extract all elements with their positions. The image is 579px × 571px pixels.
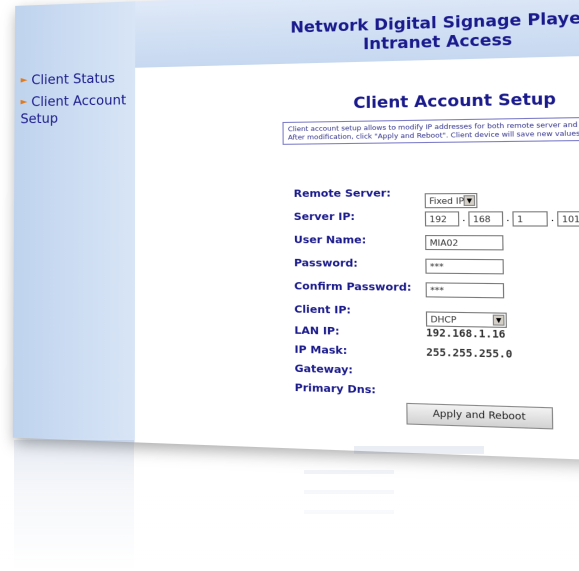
ip-mask-value: 255.255.255.0 <box>426 347 512 361</box>
remote-server-select[interactable]: Fixed IP ▼ <box>425 193 478 208</box>
sidebar-item-client-status[interactable]: ► Client Status <box>21 70 134 90</box>
main-content: Client Account Setup Client account setu… <box>135 55 579 461</box>
user-name-label: User Name: <box>294 235 366 247</box>
server-ip-octet-4[interactable]: 101 <box>557 211 579 226</box>
lan-ip-value: 192.168.1.16 <box>426 328 505 341</box>
bullet-arrow-icon: ► <box>21 97 28 107</box>
sidebar-item-label: Client Status <box>31 71 114 88</box>
chevron-down-icon: ▼ <box>493 315 505 326</box>
server-ip-octet-3[interactable]: 1 <box>512 211 547 226</box>
chevron-down-icon: ▼ <box>464 195 476 206</box>
apply-and-reboot-button[interactable]: Apply and Reboot <box>406 403 553 430</box>
remote-server-label: Remote Server: <box>294 188 391 200</box>
sidebar-item-label: Client Account Setup <box>20 93 126 127</box>
primary-dns-label: Primary Dns: <box>295 382 376 396</box>
reflection-fade <box>0 436 579 571</box>
ip-mask-label: IP Mask: <box>294 344 347 357</box>
section-title: Client Account Setup <box>353 89 556 112</box>
confirm-password-input[interactable]: *** <box>426 282 505 298</box>
client-ip-select[interactable]: DHCP ▼ <box>426 311 507 328</box>
sidebar-item-client-account-setup[interactable]: ► Client Account Setup <box>20 92 133 128</box>
confirm-password-label: Confirm Password: <box>294 281 411 294</box>
server-ip-octet-2[interactable]: 168 <box>468 211 503 226</box>
server-ip-label: Server IP: <box>294 212 355 224</box>
password-input[interactable]: *** <box>425 259 504 275</box>
gateway-label: Gateway: <box>295 363 353 376</box>
app-window: Network Digital Signage Player Intranet … <box>13 0 579 461</box>
description-box: Client account setup allows to modify IP… <box>282 116 579 145</box>
client-ip-label: Client IP: <box>294 304 351 317</box>
server-ip-octet-1[interactable]: 192 <box>425 211 459 226</box>
client-ip-value: DHCP <box>430 315 456 325</box>
password-label: Password: <box>294 258 358 270</box>
lan-ip-label: LAN IP: <box>294 325 339 338</box>
sidebar <box>13 1 135 442</box>
user-name-input[interactable]: MIA02 <box>425 235 503 250</box>
sidebar-nav: ► Client Status ► Client Account Setup <box>20 70 133 133</box>
bullet-arrow-icon: ► <box>21 76 28 86</box>
remote-server-value: Fixed IP <box>429 196 464 206</box>
